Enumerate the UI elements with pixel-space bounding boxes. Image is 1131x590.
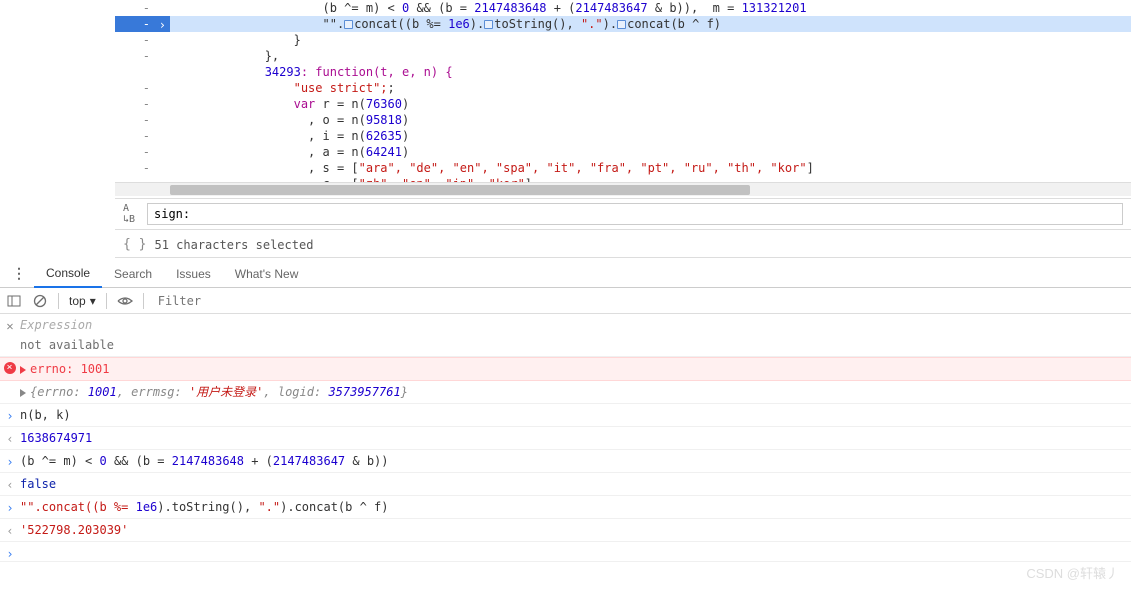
code-line[interactable]: - } <box>115 32 1131 48</box>
console-output: ✕ Expression not available errno: 1001 {e… <box>0 314 1131 562</box>
console-input-line[interactable]: ›n(b, k) <box>0 404 1131 427</box>
output-arrow-icon: ‹ <box>4 477 16 493</box>
context-selector[interactable]: top ▾ <box>69 294 96 308</box>
code-line[interactable]: - , i = n(62635) <box>115 128 1131 144</box>
console-area: ⋮ Console Search Issues What's New top ▾… <box>0 260 1131 590</box>
watermark: CSDN @轩辕丿 <box>1026 563 1119 582</box>
expand-icon[interactable] <box>20 389 26 397</box>
console-output-line: ‹1638674971 <box>0 427 1131 450</box>
close-icon[interactable]: ✕ <box>4 318 16 334</box>
code-line[interactable]: - , o = n(95818) <box>115 112 1131 128</box>
eye-icon[interactable] <box>117 293 133 309</box>
code-line-active[interactable]: -› "".concat((b %= 1e6).toString(), ".")… <box>115 16 1131 32</box>
search-bar: A↳B <box>115 198 1131 230</box>
more-tabs-icon[interactable]: ⋮ <box>4 266 34 282</box>
code-line[interactable]: - "use strict";; <box>115 80 1131 96</box>
clear-console-icon[interactable] <box>32 293 48 309</box>
output-arrow-icon: ‹ <box>4 523 16 539</box>
output-arrow-icon: ‹ <box>4 431 16 447</box>
code-line[interactable]: - }, <box>115 48 1131 64</box>
console-output-line: ‹'522798.203039' <box>0 519 1131 542</box>
tab-console[interactable]: Console <box>34 260 102 288</box>
console-prompt-line[interactable]: › <box>0 542 1131 562</box>
regex-icon[interactable]: A↳B <box>123 203 139 225</box>
expression-value: not available <box>20 338 114 352</box>
console-object-line[interactable]: {errno: 1001, errmsg: '用户未登录', logid: 35… <box>0 381 1131 404</box>
console-output-line: ‹false <box>0 473 1131 496</box>
status-text: 51 characters selected <box>154 238 313 252</box>
code-line[interactable]: 34293: function(t, e, n) { <box>115 64 1131 80</box>
tab-whatsnew[interactable]: What's New <box>223 261 311 287</box>
code-line[interactable]: - , s = ["ara", "de", "en", "spa", "it",… <box>115 160 1131 176</box>
input-arrow-icon: › <box>4 500 16 516</box>
code-line[interactable]: - , a = n(64241) <box>115 144 1131 160</box>
braces-icon[interactable]: { } <box>123 237 146 252</box>
input-arrow-icon: › <box>4 454 16 470</box>
status-bar: { } 51 characters selected <box>115 232 1131 258</box>
sidebar-toggle-icon[interactable] <box>6 293 22 309</box>
input-arrow-icon: › <box>4 546 16 562</box>
scroll-thumb[interactable] <box>170 185 750 195</box>
source-code-panel: - (b ^= m) < 0 && (b = 2147483648 + (214… <box>115 0 1131 195</box>
code-line[interactable]: - (b ^= m) < 0 && (b = 2147483648 + (214… <box>115 0 1131 16</box>
filter-input[interactable] <box>154 292 1125 310</box>
tab-issues[interactable]: Issues <box>164 261 223 287</box>
horizontal-scrollbar[interactable] <box>115 182 1131 196</box>
search-input[interactable] <box>147 203 1123 225</box>
console-error-line[interactable]: errno: 1001 <box>0 357 1131 381</box>
expression-label: Expression <box>20 318 92 332</box>
code-line[interactable]: - var r = n(76360) <box>115 96 1131 112</box>
console-tabs: ⋮ Console Search Issues What's New <box>0 260 1131 288</box>
tab-search[interactable]: Search <box>102 261 164 287</box>
input-arrow-icon: › <box>4 408 16 424</box>
error-icon <box>4 362 16 374</box>
console-input-line[interactable]: ›(b ^= m) < 0 && (b = 2147483648 + (2147… <box>0 450 1131 473</box>
console-toolbar: top ▾ <box>0 288 1131 314</box>
console-input-line[interactable]: ›"".concat((b %= 1e6).toString(), ".").c… <box>0 496 1131 519</box>
